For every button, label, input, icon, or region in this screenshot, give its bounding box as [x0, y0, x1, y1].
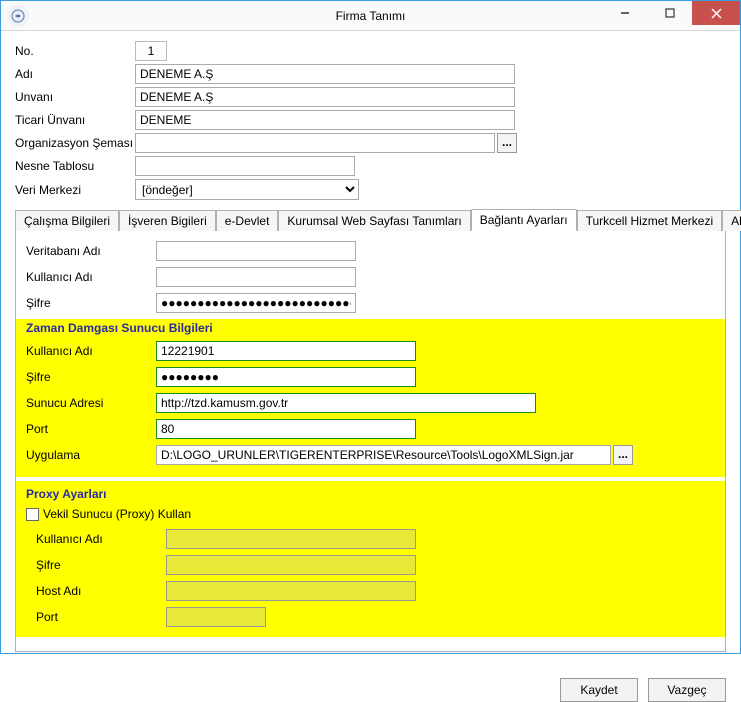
proxy-port-label: Port [36, 610, 166, 624]
no-label: No. [15, 44, 135, 58]
db-pass-field[interactable] [156, 293, 356, 313]
proxy-user-field[interactable] [166, 529, 416, 549]
tab-calisma[interactable]: Çalışma Bilgileri [15, 210, 119, 231]
proxy-port-field[interactable] [166, 607, 266, 627]
db-user-label: Kullanıcı Adı [26, 270, 156, 284]
maximize-button[interactable] [647, 1, 692, 25]
tab-isveren[interactable]: İşveren Bigileri [119, 210, 216, 231]
app-icon [7, 5, 29, 27]
org-label: Organizasyon Şeması [15, 136, 135, 150]
proxy-host-label: Host Adı [36, 584, 166, 598]
ts-user-label: Kullanıcı Adı [26, 344, 156, 358]
save-button[interactable]: Kaydet [560, 678, 638, 702]
ticari-field[interactable] [135, 110, 515, 130]
cancel-button[interactable]: Vazgeç [648, 678, 726, 702]
nesne-label: Nesne Tablosu [15, 159, 135, 173]
nesne-field[interactable] [135, 156, 355, 176]
panel-baglanti: Veritabanı Adı Kullanıcı Adı Şifre Zaman… [15, 231, 726, 652]
db-user-field[interactable] [156, 267, 356, 287]
proxy-user-label: Kullanıcı Adı [36, 532, 166, 546]
tabbar: Çalışma Bilgileri İşveren Bigileri e-Dev… [15, 208, 726, 231]
proxy-pass-label: Şifre [36, 558, 166, 572]
adi-field[interactable] [135, 64, 515, 84]
ts-port-field[interactable] [156, 419, 416, 439]
tab-baglanti[interactable]: Bağlantı Ayarları [471, 209, 577, 231]
db-pass-label: Şifre [26, 296, 156, 310]
ts-port-label: Port [26, 422, 156, 436]
group-timestamp: Zaman Damgası Sunucu Bilgileri Kullanıcı… [16, 319, 725, 477]
proxy-pass-field[interactable] [166, 555, 416, 575]
proxy-host-field[interactable] [166, 581, 416, 601]
ts-pass-field[interactable] [156, 367, 416, 387]
group-timestamp-title: Zaman Damgası Sunucu Bilgileri [26, 321, 715, 335]
unvani-label: Unvanı [15, 90, 135, 104]
ts-server-field[interactable] [156, 393, 536, 413]
ts-app-label: Uygulama [26, 448, 156, 462]
db-name-field[interactable] [156, 241, 356, 261]
org-browse-button[interactable]: ... [497, 133, 517, 153]
veri-label: Veri Merkezi [15, 183, 135, 197]
tab-kurumsal[interactable]: Kurumsal Web Sayfası Tanımları [278, 210, 470, 231]
proxy-use-checkbox[interactable] [26, 508, 39, 521]
ts-server-label: Sunucu Adresi [26, 396, 156, 410]
proxy-use-label: Vekil Sunucu (Proxy) Kullan [43, 507, 191, 521]
ts-app-field[interactable] [156, 445, 611, 465]
unvani-field[interactable] [135, 87, 515, 107]
db-name-label: Veritabanı Adı [26, 244, 156, 258]
bottom-bar: Kaydet Vazgeç [1, 662, 740, 702]
company-form: No. 1 Adı Unvanı Ticari Ünvanı Organizas… [15, 41, 726, 200]
tab-edevlet[interactable]: e-Devlet [216, 210, 279, 231]
close-button[interactable] [692, 1, 740, 25]
proxy-use-checkbox-row[interactable]: Vekil Sunucu (Proxy) Kullan [26, 507, 715, 521]
adi-label: Adı [15, 67, 135, 81]
veri-select[interactable]: [öndeğer] [135, 179, 359, 200]
no-value: 1 [135, 41, 167, 61]
ts-pass-label: Şifre [26, 370, 156, 384]
minimize-button[interactable] [602, 1, 647, 25]
group-proxy-title: Proxy Ayarları [26, 487, 715, 501]
ticari-label: Ticari Ünvanı [15, 113, 135, 127]
tab-akilli-fax[interactable]: Akıllı Fax Ayarları [722, 210, 741, 231]
titlebar: Firma Tanımı [1, 1, 740, 31]
org-field[interactable] [135, 133, 495, 153]
group-proxy: Proxy Ayarları Vekil Sunucu (Proxy) Kull… [16, 481, 725, 637]
tab-turkcell[interactable]: Turkcell Hizmet Merkezi [577, 210, 723, 231]
ts-app-browse-button[interactable]: ... [613, 445, 633, 465]
ts-user-field[interactable] [156, 341, 416, 361]
